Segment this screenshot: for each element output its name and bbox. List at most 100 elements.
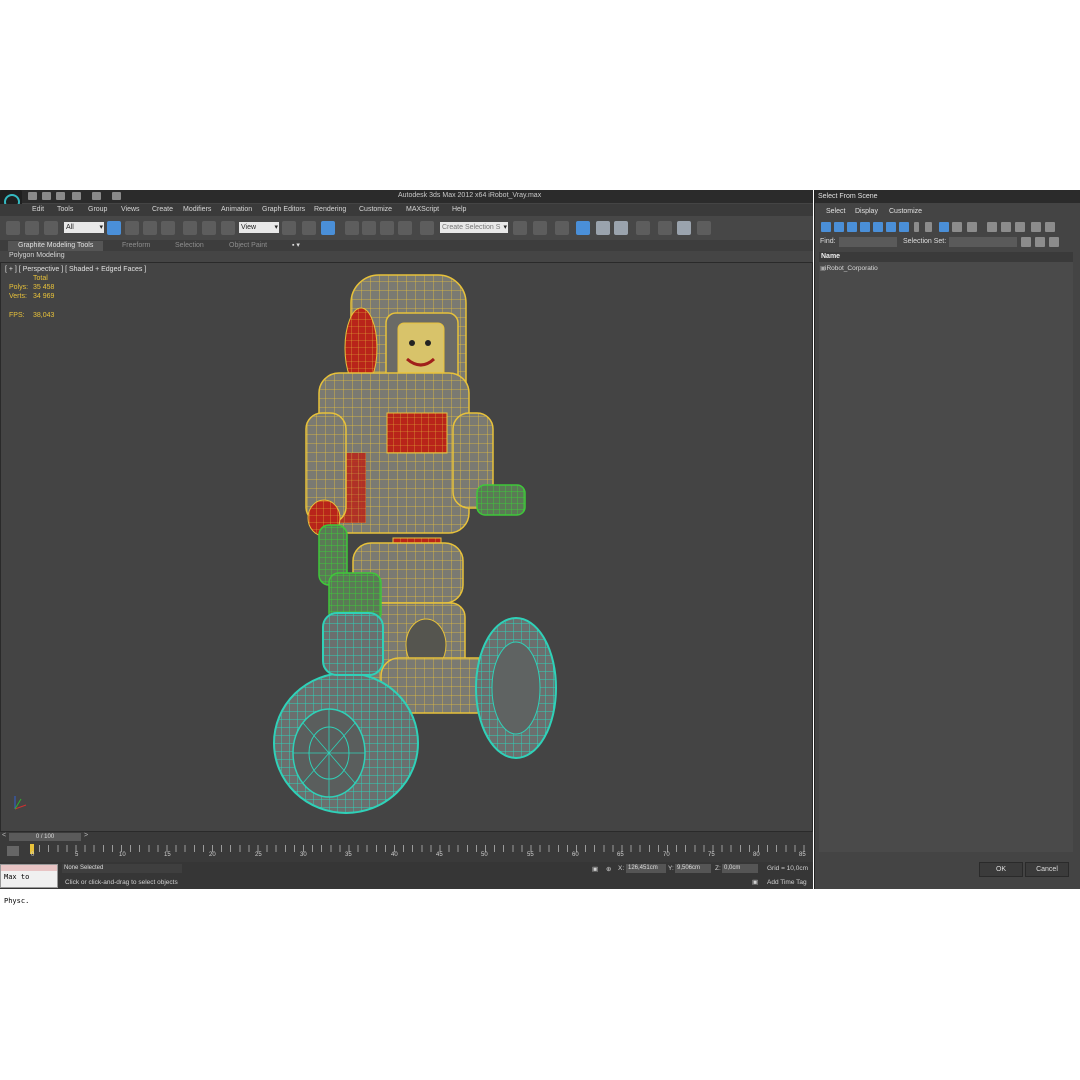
perspective-viewport[interactable]: [ + ] [ Perspective ] [ Shaded + Edged F… xyxy=(0,262,813,832)
select-none-icon[interactable] xyxy=(1001,222,1011,232)
menu-group[interactable]: Group xyxy=(88,206,107,213)
menu-maxscript[interactable]: MAXScript xyxy=(406,206,439,213)
material-editor-icon[interactable] xyxy=(636,221,650,235)
y-coordinate-field[interactable]: 9,506cm xyxy=(675,864,711,873)
menu-tools[interactable]: Tools xyxy=(57,206,73,213)
tab-graphite-modeling-tools[interactable]: Graphite Modeling Tools xyxy=(8,241,104,251)
menu-graph-editors[interactable]: Graph Editors xyxy=(262,206,305,213)
frame-ruler[interactable] xyxy=(30,845,810,852)
display-containers-icon[interactable] xyxy=(925,222,932,232)
dialog-menu-customize[interactable]: Customize xyxy=(889,208,922,215)
layer-manager-icon[interactable] xyxy=(555,221,569,235)
robot-wheel-right[interactable] xyxy=(475,617,557,759)
unlink-icon[interactable] xyxy=(25,221,39,235)
rendered-frame-window-icon[interactable] xyxy=(677,221,691,235)
menu-customize[interactable]: Customize xyxy=(359,206,392,213)
spinner-snap-icon[interactable] xyxy=(398,221,412,235)
display-groups-icon[interactable] xyxy=(899,222,909,232)
undo-icon[interactable] xyxy=(72,192,81,200)
scale-icon[interactable] xyxy=(221,221,235,235)
align-icon[interactable] xyxy=(533,221,547,235)
select-by-name-icon[interactable] xyxy=(125,221,139,235)
dialog-menu-display[interactable]: Display xyxy=(855,208,878,215)
time-slider[interactable]: 0 / 100 xyxy=(9,833,81,841)
reference-coordinate-dropdown[interactable]: View xyxy=(239,222,279,233)
dialog-menu-select[interactable]: Select xyxy=(826,208,845,215)
window-crossing-icon[interactable] xyxy=(161,221,175,235)
mirror-icon[interactable] xyxy=(513,221,527,235)
display-none-icon[interactable] xyxy=(952,222,962,232)
schematic-view-icon[interactable] xyxy=(614,221,628,235)
menu-edit[interactable]: Edit xyxy=(32,206,44,213)
prev-frame-icon[interactable]: < xyxy=(2,832,6,839)
select-all-icon[interactable] xyxy=(987,222,997,232)
select-invert-icon[interactable] xyxy=(1015,222,1025,232)
add-time-tag-button[interactable]: Add Time Tag xyxy=(767,879,807,886)
angle-snap-icon[interactable] xyxy=(362,221,376,235)
maxscript-listener[interactable]: Max to Physc. xyxy=(0,864,58,905)
menu-views[interactable]: Views xyxy=(121,206,140,213)
next-frame-icon[interactable]: > xyxy=(84,832,88,839)
snaps-toggle-icon[interactable] xyxy=(345,221,359,235)
display-cameras-icon[interactable] xyxy=(860,222,870,232)
display-helpers-icon[interactable] xyxy=(873,222,883,232)
redo-icon[interactable] xyxy=(92,192,101,200)
graphite-toggle-icon[interactable] xyxy=(576,221,590,235)
set-remove-icon[interactable] xyxy=(1049,237,1059,247)
menu-animation[interactable]: Animation xyxy=(221,206,252,213)
render-production-icon[interactable] xyxy=(697,221,711,235)
move-icon[interactable] xyxy=(183,221,197,235)
display-geometry-icon[interactable] xyxy=(821,222,831,232)
transform-mode-icon[interactable]: ⊕ xyxy=(606,865,611,873)
rectangular-selection-icon[interactable] xyxy=(143,221,157,235)
bind-space-warp-icon[interactable] xyxy=(44,221,58,235)
set-add-icon[interactable] xyxy=(1035,237,1045,247)
list-item[interactable]: iRobot_Corporatio xyxy=(825,265,878,272)
menu-rendering[interactable]: Rendering xyxy=(314,206,346,213)
robot-arm-right[interactable] xyxy=(452,412,526,516)
robot-model[interactable] xyxy=(1,263,812,831)
ok-button[interactable]: OK xyxy=(979,862,1023,877)
save-icon[interactable] xyxy=(56,192,65,200)
sync-selection-icon[interactable] xyxy=(1031,222,1041,232)
tab-selection[interactable]: Selection xyxy=(175,241,204,251)
display-children-icon[interactable] xyxy=(1045,222,1055,232)
keyboard-shortcut-override-icon[interactable] xyxy=(321,221,335,235)
select-object-icon[interactable] xyxy=(107,221,121,235)
edit-named-selection-icon[interactable] xyxy=(420,221,434,235)
polygon-modeling-panel[interactable]: Polygon Modeling xyxy=(9,252,65,259)
lock-selection-icon[interactable]: ▣ xyxy=(592,865,598,873)
link-icon[interactable] xyxy=(6,221,20,235)
display-shapes-icon[interactable] xyxy=(834,222,844,232)
selection-filter-dropdown[interactable]: All xyxy=(64,222,104,233)
set-options-icon[interactable] xyxy=(1021,237,1031,247)
column-name[interactable]: Name xyxy=(821,253,840,260)
z-coordinate-field[interactable]: 0,0cm xyxy=(722,864,758,873)
key-filter-icon[interactable] xyxy=(7,846,19,856)
percent-snap-icon[interactable] xyxy=(380,221,394,235)
select-manipulate-icon[interactable] xyxy=(302,221,316,235)
menu-create[interactable]: Create xyxy=(152,206,173,213)
scene-object-list[interactable]: iRobot_Corporatio ▣ xyxy=(819,262,1073,852)
display-all-icon[interactable] xyxy=(939,222,949,232)
display-space-warps-icon[interactable] xyxy=(886,222,896,232)
menu-help[interactable]: Help xyxy=(452,206,466,213)
display-bones-icon[interactable] xyxy=(914,222,919,232)
tab-object-paint[interactable]: Object Paint xyxy=(229,241,267,251)
time-tag-icon[interactable]: ▣ xyxy=(752,878,758,886)
curve-editor-icon[interactable] xyxy=(596,221,610,235)
tab-freeform[interactable]: Freeform xyxy=(122,241,150,251)
menu-modifiers[interactable]: Modifiers xyxy=(183,206,211,213)
selection-set-dropdown[interactable] xyxy=(949,237,1017,247)
render-setup-icon[interactable] xyxy=(658,221,672,235)
invert-display-icon[interactable] xyxy=(967,222,977,232)
cancel-button[interactable]: Cancel xyxy=(1025,862,1069,877)
rotate-icon[interactable] xyxy=(202,221,216,235)
trackbar[interactable]: 0 5 10 15 20 25 30 35 40 45 50 55 60 65 … xyxy=(0,842,813,862)
open-icon[interactable] xyxy=(42,192,51,200)
pivot-center-icon[interactable] xyxy=(282,221,296,235)
x-coordinate-field[interactable]: 126,451cm xyxy=(626,864,666,873)
named-selection-sets-dropdown[interactable]: Create Selection S xyxy=(440,222,508,233)
new-icon[interactable] xyxy=(28,192,37,200)
project-folder-icon[interactable] xyxy=(112,192,121,200)
